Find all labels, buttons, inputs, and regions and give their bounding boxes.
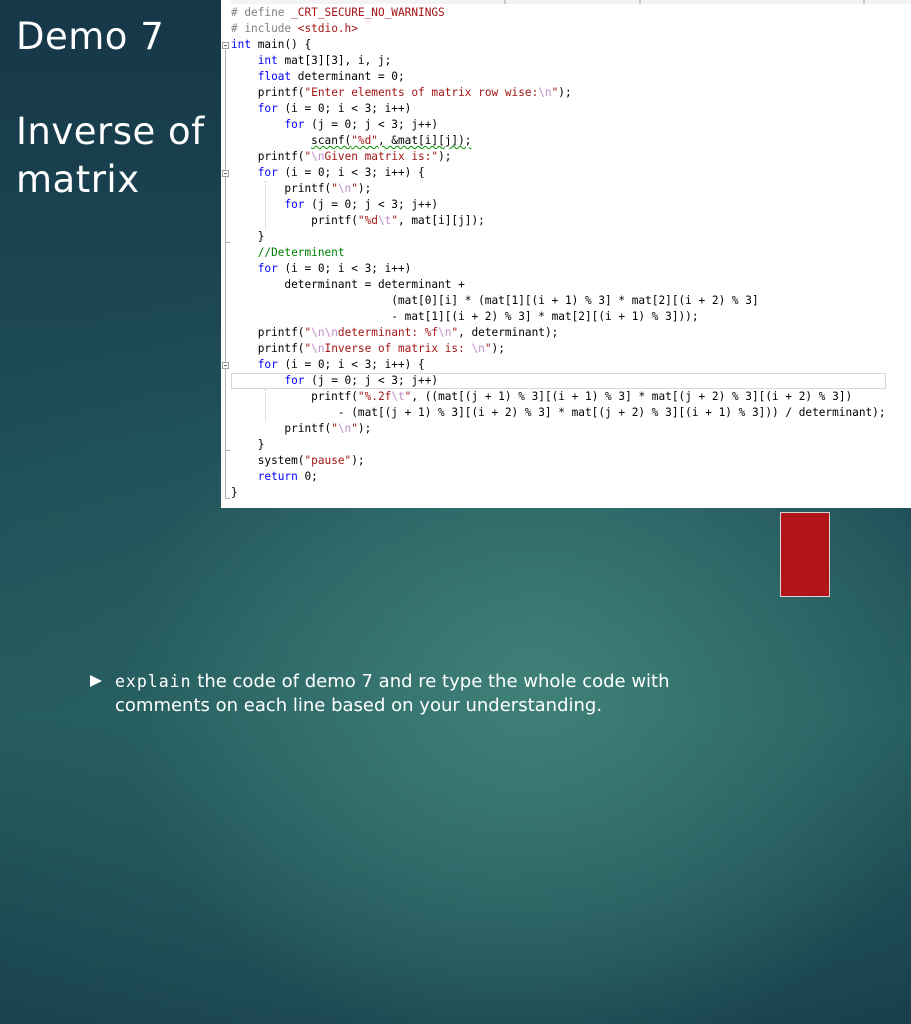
topbar-divider — [863, 0, 865, 4]
editor-top-bar — [221, 0, 911, 4]
code-line[interactable]: printf("\nInverse of matrix is: \n"); — [231, 341, 886, 357]
editor-gutter — [221, 0, 231, 508]
bullet-arrow-icon — [90, 675, 102, 687]
slide-subtitle: Inverse of matrix — [16, 110, 205, 201]
code-line[interactable]: printf("%.2f\t", ((mat[(j + 1) % 3][(i +… — [231, 389, 886, 405]
code-line[interactable]: for (i = 0; i < 3; i++) { — [231, 357, 886, 373]
code-line[interactable]: printf("%d\t", mat[i][j]); — [231, 213, 886, 229]
topbar-divider — [504, 0, 506, 4]
code-line[interactable]: for (i = 0; i < 3; i++) — [231, 101, 886, 117]
code-line[interactable]: printf("\n"); — [231, 181, 886, 197]
code-line[interactable]: } — [231, 485, 886, 501]
code-line[interactable]: for (j = 0; j < 3; j++) — [231, 373, 886, 389]
code-line[interactable]: for (j = 0; j < 3; j++) — [231, 117, 886, 133]
instruction-bullet: explain the code of demo 7 and re type t… — [90, 670, 750, 718]
code-line[interactable]: # define _CRT_SECURE_NO_WARNINGS — [231, 5, 886, 21]
collapse-main-icon[interactable] — [222, 42, 229, 49]
code-line[interactable]: for (j = 0; j < 3; j++) — [231, 197, 886, 213]
code-line[interactable]: printf("\nGiven matrix is:"); — [231, 149, 886, 165]
instruction-body: the code of demo 7 and re type the whole… — [115, 671, 670, 716]
code-line[interactable]: for (i = 0; i < 3; i++) { — [231, 165, 886, 181]
code-line[interactable]: - mat[1][(i + 2) % 3] * mat[2][(i + 1) %… — [231, 309, 886, 325]
instruction-text: explain the code of demo 7 and re type t… — [115, 670, 750, 718]
code-line[interactable]: float determinant = 0; — [231, 69, 886, 85]
slide-title: Demo 7 — [16, 15, 165, 58]
fold-line — [225, 370, 226, 450]
code-line[interactable]: return 0; — [231, 469, 886, 485]
collapse-block-icon[interactable] — [222, 362, 229, 369]
fold-line-end — [225, 498, 230, 499]
fold-line — [225, 178, 226, 242]
topbar-divider — [639, 0, 641, 4]
code-line[interactable]: system("pause"); — [231, 453, 886, 469]
code-editor-screenshot: # define _CRT_SECURE_NO_WARNINGS # includ… — [221, 0, 911, 508]
code-line[interactable]: int main() { — [231, 37, 886, 53]
code-line[interactable]: } — [231, 437, 886, 453]
source-code[interactable]: # define _CRT_SECURE_NO_WARNINGS # includ… — [231, 5, 886, 501]
instruction-keyword: explain — [115, 672, 192, 691]
code-line[interactable]: for (i = 0; i < 3; i++) — [231, 261, 886, 277]
code-line[interactable]: (mat[0][i] * (mat[1][(i + 1) % 3] * mat[… — [231, 293, 886, 309]
code-line[interactable]: printf("\n"); — [231, 421, 886, 437]
fold-line-end — [225, 242, 230, 243]
code-line[interactable]: printf("Enter elements of matrix row wis… — [231, 85, 886, 101]
fold-line-end — [225, 450, 230, 451]
code-line[interactable]: } — [231, 229, 886, 245]
code-line[interactable]: printf("\n\ndeterminant: %f\n", determin… — [231, 325, 886, 341]
code-line[interactable]: scanf("%d", &mat[i][j]); — [231, 133, 886, 149]
code-line[interactable]: # include <stdio.h> — [231, 21, 886, 37]
code-line[interactable]: int mat[3][3], i, j; — [231, 53, 886, 69]
red-rectangle-shape — [780, 512, 830, 597]
code-line[interactable]: //Determinent — [231, 245, 886, 261]
code-line[interactable]: determinant = determinant + — [231, 277, 886, 293]
code-line[interactable]: - (mat[(j + 1) % 3][(i + 2) % 3] * mat[(… — [231, 405, 886, 421]
collapse-block-icon[interactable] — [222, 170, 229, 177]
